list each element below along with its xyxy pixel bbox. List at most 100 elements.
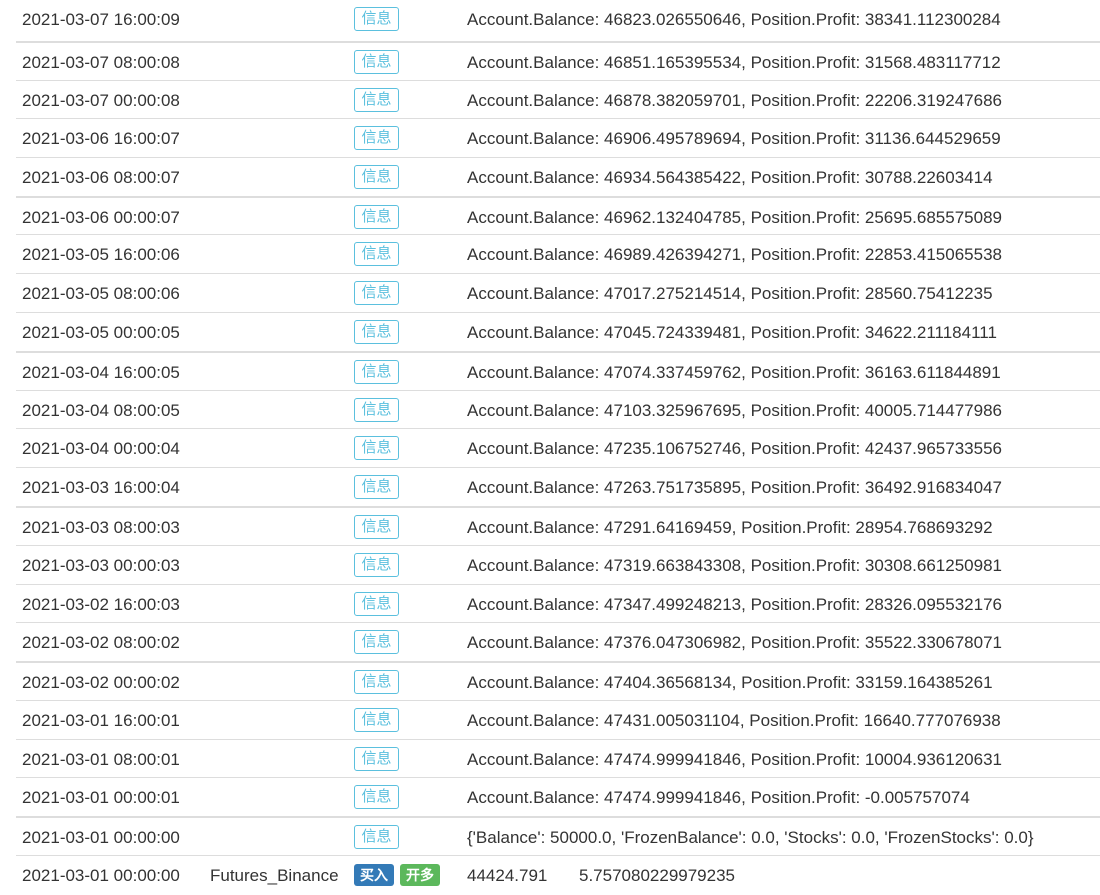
log-message: Account.Balance: 47404.36568134, Positio… bbox=[467, 673, 993, 692]
log-row: 2021-03-05 08:00:06 信息 Account.Balance: … bbox=[16, 273, 1100, 312]
log-table: 2021-03-07 16:00:09 信息 Account.Balance: … bbox=[16, 0, 1100, 887]
log-time: 2021-03-01 08:00:01 bbox=[22, 750, 180, 769]
log-type-cell: 信息 bbox=[354, 313, 399, 351]
log-time: 2021-03-06 16:00:07 bbox=[22, 129, 180, 148]
info-badge: 信息 bbox=[354, 670, 399, 694]
log-type-cell: 信息 bbox=[354, 429, 399, 467]
log-type-cell: 信息 bbox=[354, 158, 399, 196]
log-message: Account.Balance: 47431.005031104, Positi… bbox=[467, 711, 1001, 730]
log-row: 2021-03-07 00:00:08 信息 Account.Balance: … bbox=[16, 80, 1100, 119]
log-message: Account.Balance: 46962.132404785, Positi… bbox=[467, 208, 1002, 227]
log-time: 2021-03-03 16:00:04 bbox=[22, 478, 180, 497]
log-row: 2021-03-04 16:00:05 信息 Account.Balance: … bbox=[16, 351, 1100, 391]
log-message: Account.Balance: 46823.026550646, Positi… bbox=[467, 10, 1001, 29]
info-badge: 信息 bbox=[354, 747, 399, 771]
exchange-name: Futures_Binance bbox=[210, 866, 339, 885]
log-time: 2021-03-06 00:00:07 bbox=[22, 208, 180, 227]
log-message: Account.Balance: 47474.999941846, Positi… bbox=[467, 750, 1002, 769]
log-time: 2021-03-04 00:00:04 bbox=[22, 439, 180, 458]
log-time: 2021-03-03 00:00:03 bbox=[22, 556, 180, 575]
log-row: 2021-03-06 00:00:07 信息 Account.Balance: … bbox=[16, 196, 1100, 236]
info-badge: 信息 bbox=[354, 242, 399, 266]
log-time: 2021-03-02 00:00:02 bbox=[22, 673, 180, 692]
info-badge: 信息 bbox=[354, 553, 399, 577]
log-row: 2021-03-05 16:00:06 信息 Account.Balance: … bbox=[16, 234, 1100, 273]
log-type-cell: 信息 bbox=[354, 119, 399, 157]
info-badge: 信息 bbox=[354, 50, 399, 74]
info-badge: 信息 bbox=[354, 126, 399, 150]
log-message: Account.Balance: 47263.751735895, Positi… bbox=[467, 478, 1002, 497]
log-type-cell: 信息 bbox=[354, 353, 399, 391]
info-badge: 信息 bbox=[354, 360, 399, 384]
log-row: 2021-03-01 16:00:01 信息 Account.Balance: … bbox=[16, 700, 1100, 739]
log-time: 2021-03-02 08:00:02 bbox=[22, 633, 180, 652]
log-message: Account.Balance: 46906.495789694, Positi… bbox=[467, 129, 1001, 148]
log-row: 2021-03-06 08:00:07 信息 Account.Balance: … bbox=[16, 157, 1100, 196]
log-type-cell: 信息 bbox=[354, 508, 399, 546]
log-message: {'Balance': 50000.0, 'FrozenBalance': 0.… bbox=[467, 828, 1034, 847]
info-badge: 信息 bbox=[354, 7, 399, 31]
log-row: 2021-03-07 08:00:08 信息 Account.Balance: … bbox=[16, 41, 1100, 81]
log-type-cell: 信息 bbox=[354, 740, 399, 778]
log-message: Account.Balance: 46989.426394271, Positi… bbox=[467, 245, 1002, 264]
log-type-cell: 信息 bbox=[354, 546, 399, 584]
log-type-cell: 信息 bbox=[354, 701, 399, 739]
log-type-cell: 信息 bbox=[354, 0, 399, 38]
info-badge: 信息 bbox=[354, 205, 399, 229]
info-badge: 信息 bbox=[354, 515, 399, 539]
log-time: 2021-03-05 00:00:05 bbox=[22, 323, 180, 342]
log-row: 2021-03-06 16:00:07 信息 Account.Balance: … bbox=[16, 118, 1100, 157]
log-type-cell: 信息 bbox=[354, 585, 399, 623]
log-message: Account.Balance: 47074.337459762, Positi… bbox=[467, 363, 1001, 382]
log-time: 2021-03-01 16:00:01 bbox=[22, 711, 180, 730]
order-row: 2021-03-01 00:00:00 Futures_Binance 买入 开… bbox=[16, 855, 1100, 894]
log-row: 2021-03-01 00:00:01 信息 Account.Balance: … bbox=[16, 777, 1100, 816]
log-message: Account.Balance: 46878.382059701, Positi… bbox=[467, 91, 1002, 110]
log-row: 2021-03-04 08:00:05 信息 Account.Balance: … bbox=[16, 390, 1100, 429]
log-type-cell: 信息 bbox=[354, 663, 399, 701]
log-type-cell: 信息 bbox=[354, 198, 399, 236]
log-row: 2021-03-01 08:00:01 信息 Account.Balance: … bbox=[16, 739, 1100, 778]
log-type-cell: 信息 bbox=[354, 778, 399, 816]
log-row: 2021-03-04 00:00:04 信息 Account.Balance: … bbox=[16, 428, 1100, 467]
log-type-cell: 信息 bbox=[354, 468, 399, 506]
info-badge: 信息 bbox=[354, 825, 399, 849]
log-time: 2021-03-07 16:00:09 bbox=[22, 10, 180, 29]
log-row: 2021-03-02 16:00:03 信息 Account.Balance: … bbox=[16, 584, 1100, 623]
log-type-cell: 信息 bbox=[354, 235, 399, 273]
info-badge: 信息 bbox=[354, 475, 399, 499]
log-row: 2021-03-02 00:00:02 信息 Account.Balance: … bbox=[16, 661, 1100, 701]
log-time: 2021-03-05 08:00:06 bbox=[22, 284, 180, 303]
order-amount: 5.757080229979235 bbox=[579, 866, 735, 885]
log-message: Account.Balance: 47017.275214514, Positi… bbox=[467, 284, 993, 303]
log-message: Account.Balance: 47103.325967695, Positi… bbox=[467, 401, 1002, 420]
info-badge: 信息 bbox=[354, 630, 399, 654]
log-time: 2021-03-07 08:00:08 bbox=[22, 53, 180, 72]
log-message: Account.Balance: 47347.499248213, Positi… bbox=[467, 595, 1002, 614]
log-time: 2021-03-04 08:00:05 bbox=[22, 401, 180, 420]
info-badge: 信息 bbox=[354, 88, 399, 112]
log-type-cell: 信息 bbox=[354, 43, 399, 81]
log-type-cell: 信息 bbox=[354, 391, 399, 429]
order-price: 44424.791 bbox=[467, 866, 548, 885]
log-time: 2021-03-06 08:00:07 bbox=[22, 168, 180, 187]
log-message: Account.Balance: 47319.663843308, Positi… bbox=[467, 556, 1002, 575]
log-message: Account.Balance: 47474.999941846, Positi… bbox=[467, 788, 970, 807]
info-badge: 信息 bbox=[354, 320, 399, 344]
log-row: 2021-03-07 16:00:09 信息 Account.Balance: … bbox=[16, 0, 1100, 38]
log-type-cell: 信息 bbox=[354, 623, 399, 661]
log-message: Account.Balance: 47235.106752746, Positi… bbox=[467, 439, 1002, 458]
log-type-cell: 信息 bbox=[354, 818, 399, 856]
log-row: 2021-03-03 16:00:04 信息 Account.Balance: … bbox=[16, 467, 1100, 506]
info-badge: 信息 bbox=[354, 281, 399, 305]
log-type-cell: 信息 bbox=[354, 274, 399, 312]
log-row: 2021-03-02 08:00:02 信息 Account.Balance: … bbox=[16, 622, 1100, 661]
order-time: 2021-03-01 00:00:00 bbox=[22, 866, 180, 885]
log-row: 2021-03-01 00:00:00 信息 {'Balance': 50000… bbox=[16, 816, 1100, 856]
log-time: 2021-03-07 00:00:08 bbox=[22, 91, 180, 110]
log-time: 2021-03-01 00:00:01 bbox=[22, 788, 180, 807]
log-time: 2021-03-01 00:00:00 bbox=[22, 828, 180, 847]
info-badge: 信息 bbox=[354, 592, 399, 616]
info-badge: 信息 bbox=[354, 165, 399, 189]
info-badge: 信息 bbox=[354, 398, 399, 422]
